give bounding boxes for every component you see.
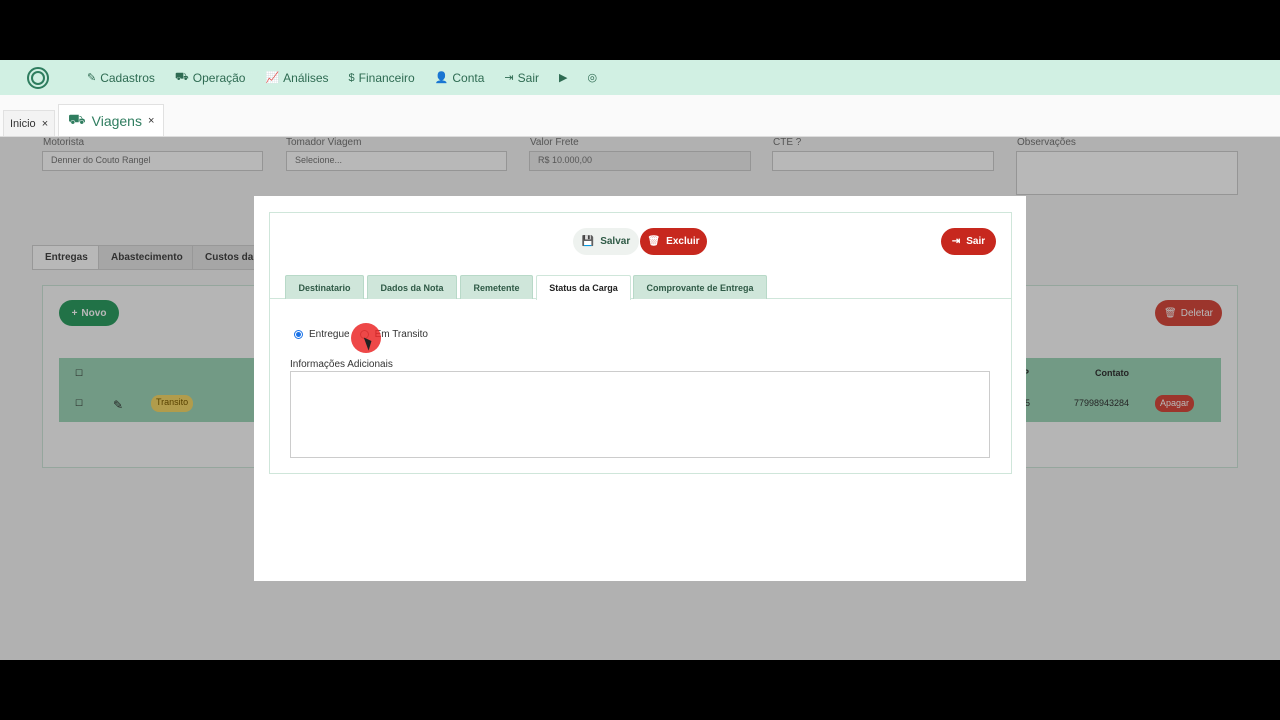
radio-entregue[interactable] <box>294 330 303 339</box>
tab-dados-nota[interactable]: Dados da Nota <box>367 275 457 299</box>
sair-button[interactable]: ⇥ Sair <box>941 228 996 255</box>
edit-icon: ✎ <box>87 72 97 84</box>
close-icon[interactable]: × <box>148 115 154 127</box>
nav-conta[interactable]: 👤 Conta <box>435 71 485 85</box>
tab-remetente[interactable]: Remetente <box>460 275 533 299</box>
user-gear-icon: 👤 <box>434 72 449 84</box>
nav-sair[interactable]: ⇥ Sair <box>504 71 539 85</box>
chart-icon: 📈 <box>265 72 280 84</box>
nav-financeiro[interactable]: $ Financeiro <box>349 71 415 85</box>
tab-comprovante-entrega[interactable]: Comprovante de Entrega <box>633 275 767 299</box>
tab-status-carga[interactable]: Status da Carga <box>536 275 631 300</box>
excluir-button[interactable]: 🗑 Excluir <box>640 228 707 255</box>
nav-cadastros[interactable]: ✎ Cadastros <box>87 71 155 85</box>
dollar-icon: $ <box>348 71 355 84</box>
modal-tabs: Destinatario Dados da Nota Remetente Sta… <box>270 274 1011 300</box>
truck-icon: ⛟ <box>68 111 86 127</box>
app-viewport: ✎ Cadastros ⛟ Operação 📈 Análises $ Financei… <box>0 60 1280 660</box>
modal-card: 💾 Salvar 🗑 Excluir ⇥ Sair Destinatario D… <box>269 212 1012 474</box>
nav-analises[interactable]: 📈 Análises <box>265 71 328 85</box>
tab-viagens[interactable]: ⛟ Viagens × <box>58 104 165 136</box>
sign-out-icon: ⇥ <box>951 236 961 247</box>
info-adicionais-label: Informações Adicionais <box>290 359 393 370</box>
save-icon: 💾 <box>581 236 595 247</box>
trash-icon: 🗑 <box>647 236 661 247</box>
page-tabs-bar: Inicio × ⛟ Viagens × <box>0 95 1280 137</box>
top-navbar: ✎ Cadastros ⛟ Operação 📈 Análises $ Financei… <box>0 60 1280 95</box>
youtube-icon[interactable]: ▶ <box>559 71 567 84</box>
tab-destinatario[interactable]: Destinatario <box>285 275 364 299</box>
close-icon[interactable]: × <box>42 118 48 130</box>
sign-out-icon: ⇥ <box>504 72 514 84</box>
info-adicionais-textarea[interactable] <box>290 371 990 458</box>
whatsapp-icon[interactable]: ◎ <box>587 71 597 84</box>
logo-icon[interactable] <box>27 67 49 89</box>
tab-inicio[interactable]: Inicio × <box>3 110 56 136</box>
status-modal: 💾 Salvar 🗑 Excluir ⇥ Sair Destinatario D… <box>254 196 1026 581</box>
truck-icon: ⛟ <box>174 70 189 83</box>
salvar-button[interactable]: 💾 Salvar <box>573 228 639 255</box>
nav-operacao[interactable]: ⛟ Operação <box>175 71 246 85</box>
